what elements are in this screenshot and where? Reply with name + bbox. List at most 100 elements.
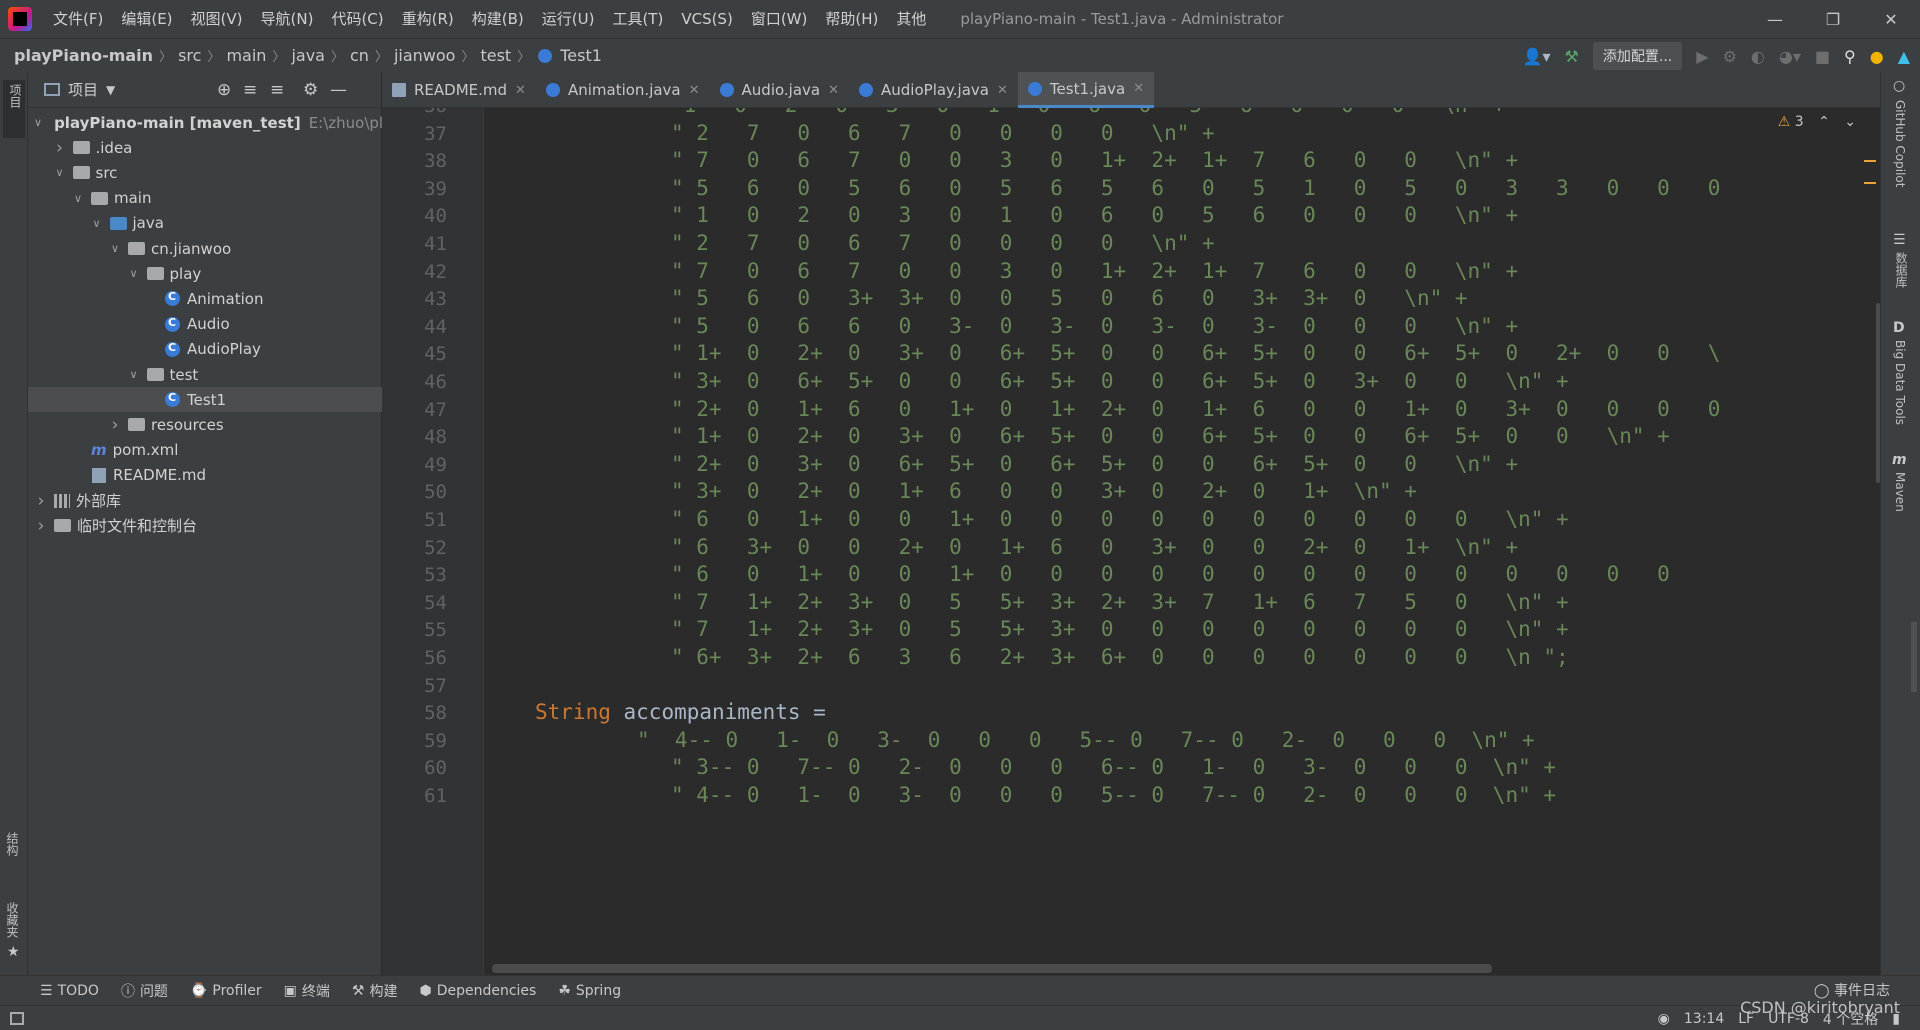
bottom-tool-tab[interactable]: ☰ TODO	[40, 981, 99, 1001]
editor-tab[interactable]: Audio.java ✕	[710, 72, 849, 108]
tree-item[interactable]: ∨ cn.jianwoo	[28, 236, 382, 261]
code-line[interactable]: " 6 3+ 0 0 2+ 0 1+ 6 0 3+ 0 0 2+ 0 1+ \n…	[671, 535, 1518, 559]
code-line[interactable]: " 3-- 0 7-- 0 2- 0 0 0 6-- 0 1- 0 3- 0 0…	[671, 755, 1556, 779]
chevron-down-icon[interactable]: ∨	[127, 368, 141, 381]
update-icon[interactable]: ●	[1870, 47, 1884, 66]
close-icon[interactable]: ✕	[1862, 0, 1920, 38]
close-icon[interactable]: ✕	[997, 83, 1008, 98]
copilot-tool-tab[interactable]: GitHub Copilot	[1893, 100, 1907, 187]
collapse-all-icon[interactable]: ≡	[270, 80, 284, 100]
editor-tab[interactable]: AudioPlay.java ✕	[849, 72, 1018, 108]
structure-tool-tab[interactable]: 结构	[4, 832, 21, 856]
breadcrumb-item[interactable]: main	[222, 46, 270, 65]
maven-tool-tab[interactable]: Maven	[1893, 472, 1907, 512]
chevron-down-icon[interactable]: ∨	[127, 267, 141, 280]
code-line[interactable]: " 2+ 0 1+ 6 0 1+ 0 1+ 2+ 0 1+ 6 0 0 1+ 0…	[671, 397, 1720, 421]
menu-item[interactable]: 导航(N)	[252, 0, 323, 38]
locate-icon[interactable]: ⊕	[217, 80, 231, 100]
chevron-down-icon[interactable]: ∨	[71, 192, 85, 205]
editor-tab[interactable]: README.md ✕	[382, 72, 536, 108]
close-icon[interactable]: ✕	[1133, 81, 1144, 96]
database-tool-tab[interactable]: 数据库	[1893, 252, 1910, 288]
chevron-up-icon[interactable]: ⌃	[1818, 114, 1830, 130]
chevron-down-icon[interactable]: ⌄	[1844, 114, 1856, 130]
hide-panel-icon[interactable]: —	[330, 80, 347, 100]
user-icon[interactable]: 👤▾	[1523, 47, 1551, 66]
warning-marker-stripe[interactable]	[1864, 160, 1876, 184]
code-area[interactable]: "1 0 2 0 3 0 1 0 6 0 5 6 0 0 0 \n" + " 2 …	[484, 108, 1880, 975]
chevron-down-icon[interactable]: ∨	[53, 166, 67, 179]
chevron-right-icon[interactable]: ›	[53, 138, 67, 158]
tree-item[interactable]: ∨ src	[28, 160, 382, 185]
close-icon[interactable]: ✕	[515, 83, 526, 98]
debug-icon[interactable]: ⚙	[1723, 47, 1737, 66]
big-data-icon[interactable]: D	[1893, 320, 1905, 336]
bottom-tool-tab[interactable]: ☘ Spring	[558, 981, 621, 1001]
tree-item[interactable]: ∨ test	[28, 362, 382, 387]
tree-item[interactable]: README.md	[28, 463, 382, 488]
menu-item[interactable]: 编辑(E)	[112, 0, 181, 38]
maven-icon[interactable]: m	[1892, 452, 1907, 468]
tree-item[interactable]: › 外部库	[28, 488, 382, 513]
tree-item[interactable]: ∨ main	[28, 186, 382, 211]
add-configuration-button[interactable]: 添加配置...	[1592, 42, 1683, 70]
code-line[interactable]: String accompaniments =	[535, 700, 826, 724]
settings-gear-icon[interactable]: ⚙	[303, 80, 318, 100]
bottom-tool-tab[interactable]: ⌚ Profiler	[190, 981, 262, 1001]
tree-item[interactable]: ∨ playPiano-main [maven_test] E:\zhuo\pla	[28, 110, 382, 135]
tree-item[interactable]: ∨ java	[28, 211, 382, 236]
project-view-selector[interactable]: 项目	[68, 79, 98, 100]
code-editor[interactable]: 36 37 38 39 40 41 42 43 44 45 46 47 48 49 50 51 52 53 54 55…	[382, 108, 1880, 975]
code-line[interactable]: " 2 7 0 6 7 0 0 0 0 \n" +	[671, 231, 1215, 255]
code-line[interactable]: " 4-- 0 1- 0 3- 0 0 0 5-- 0 7-- 0 2- 0 0…	[637, 728, 1535, 752]
search-icon[interactable]: ⚲	[1844, 47, 1856, 66]
menu-item[interactable]: 其他	[887, 0, 935, 38]
code-line[interactable]: " 1 0 2 0 3 0 1 0 6 0 5 6 0 0 0 \n" +	[671, 203, 1518, 227]
tree-item[interactable]: Audio	[28, 312, 382, 337]
code-line[interactable]: " 2+ 0 3+ 0 6+ 5+ 0 6+ 5+ 0 0 6+ 5+ 0 0 …	[671, 452, 1518, 476]
code-line[interactable]: "1 0 2 0 3 0 1 0 6 0 5 6 0 0 0 \n" +	[671, 108, 1505, 117]
tree-item[interactable]: › .idea	[28, 135, 382, 160]
code-line[interactable]: " 6 0 1+ 0 0 1+ 0 0 0 0 0 0 0 0 0 0 0 0 …	[671, 562, 1670, 586]
build-hammer-icon[interactable]: ⚒	[1565, 47, 1579, 66]
menu-item[interactable]: 视图(V)	[182, 0, 252, 38]
project-tool-tab[interactable]: 项目	[3, 80, 25, 138]
favorites-tool-tab[interactable]: 收藏夹	[4, 902, 21, 938]
copilot-icon[interactable]: ○	[1893, 78, 1905, 94]
code-line[interactable]: " 6 0 1+ 0 0 1+ 0 0 0 0 0 0 0 0 0 0 \n" …	[671, 507, 1569, 531]
tree-item[interactable]: ∨ play	[28, 261, 382, 286]
code-line[interactable]: " 7 1+ 2+ 3+ 0 5 5+ 3+ 2+ 3+ 7 1+ 6 7 5 …	[671, 590, 1569, 614]
chevron-down-icon[interactable]: ∨	[108, 242, 122, 255]
chevron-right-icon[interactable]: ›	[34, 516, 48, 536]
bottom-tool-tab[interactable]: ⚒ 构建	[352, 981, 398, 1001]
menu-item[interactable]: 窗口(W)	[742, 0, 817, 38]
chevron-down-icon[interactable]: ∨	[90, 217, 104, 230]
database-icon[interactable]: ☰	[1893, 232, 1906, 248]
breadcrumb-item[interactable]: cn	[346, 46, 373, 65]
code-line[interactable]: " 6+ 3+ 2+ 6 3 6 2+ 3+ 6+ 0 0 0 0 0 0 0 …	[671, 645, 1569, 669]
menu-item[interactable]: VCS(S)	[672, 0, 741, 38]
bottom-tool-tab[interactable]: ⬢ Dependencies	[419, 981, 536, 1001]
close-icon[interactable]: ✕	[689, 83, 700, 98]
coverage-icon[interactable]: ◐	[1751, 47, 1765, 66]
big-data-tools-tab[interactable]: Big Data Tools	[1893, 340, 1907, 425]
breadcrumb-item[interactable]: jianwoo	[390, 46, 460, 65]
breadcrumb-item[interactable]: test	[476, 46, 515, 65]
menu-item[interactable]: 帮助(H)	[816, 0, 887, 38]
profile-icon[interactable]: ◕▾	[1779, 47, 1801, 66]
code-line[interactable]: " 5 0 6 6 0 3- 0 3- 0 3- 0 3- 0 0 0 \n" …	[671, 314, 1518, 338]
breadcrumb-item[interactable]: playPiano-main	[10, 46, 157, 65]
chevron-right-icon[interactable]: ›	[34, 491, 48, 511]
horizontal-scrollbar[interactable]	[492, 964, 1492, 973]
code-line[interactable]: " 2 7 0 6 7 0 0 0 0 \n" +	[671, 121, 1215, 145]
tree-item[interactable]: AudioPlay	[28, 337, 382, 362]
code-line[interactable]: " 7 1+ 2+ 3+ 0 5 5+ 3+ 0 0 0 0 0 0 0 0 \…	[671, 617, 1569, 641]
copilot-status-icon[interactable]: ◉	[1658, 1011, 1670, 1027]
menu-item[interactable]: 运行(U)	[533, 0, 604, 38]
bottom-tool-tab[interactable]: ▣ 终端	[284, 981, 330, 1001]
chevron-right-icon[interactable]: ›	[108, 415, 122, 435]
tree-item[interactable]: Test1	[28, 387, 382, 413]
minimize-icon[interactable]: —	[1746, 0, 1804, 38]
code-line[interactable]: " 1+ 0 2+ 0 3+ 0 6+ 5+ 0 0 6+ 5+ 0 0 6+ …	[671, 341, 1720, 365]
menu-item[interactable]: 文件(F)	[44, 0, 112, 38]
